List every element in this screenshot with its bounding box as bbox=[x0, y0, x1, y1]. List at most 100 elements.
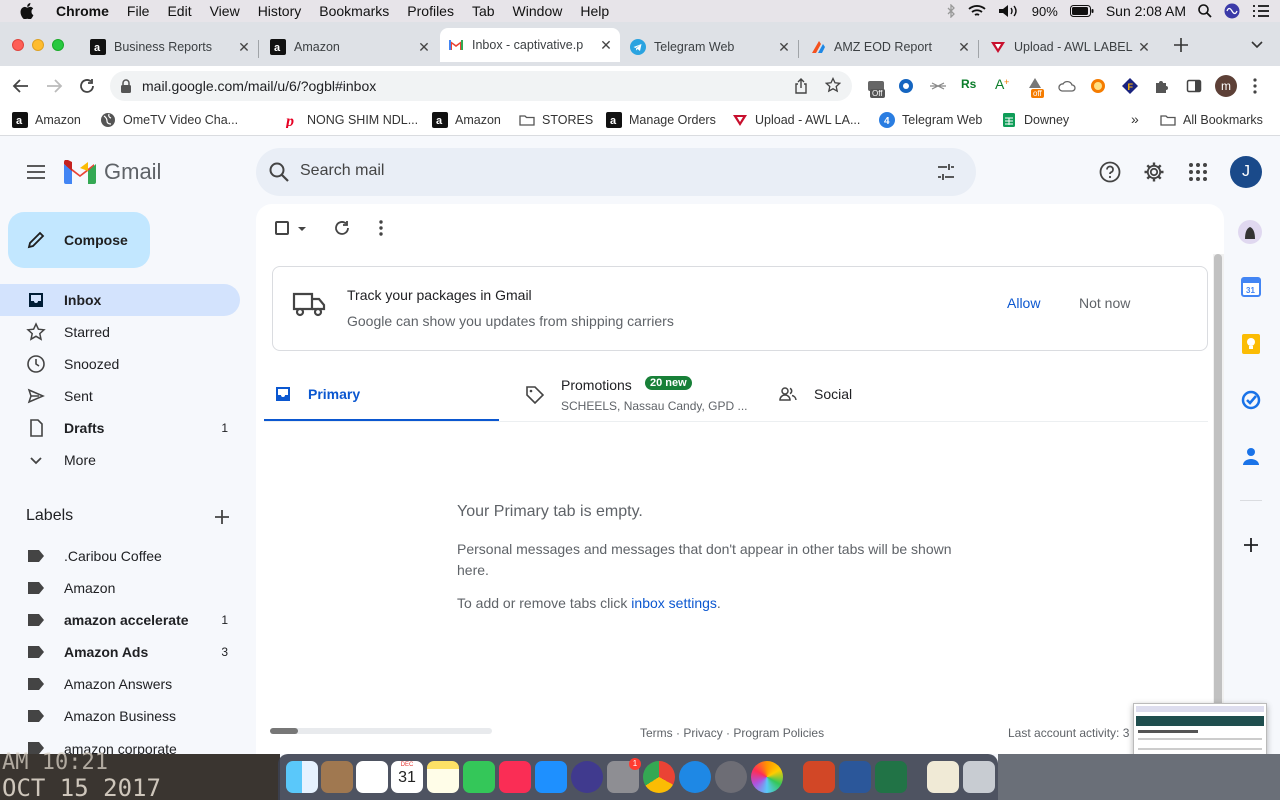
control-center-icon[interactable] bbox=[1252, 4, 1270, 18]
extension-off-orange-icon[interactable]: off bbox=[1026, 76, 1048, 98]
reminders-dock-icon[interactable] bbox=[356, 761, 388, 793]
settings-gear-icon[interactable] bbox=[1143, 161, 1165, 183]
launchpad-dock-icon[interactable] bbox=[715, 761, 747, 793]
preview-dock-icon[interactable] bbox=[927, 761, 959, 793]
bookmark-telegram-web[interactable]: 4 Telegram Web bbox=[879, 112, 982, 128]
extension-stripes-icon[interactable] bbox=[929, 78, 947, 94]
extension-plus-icon[interactable]: A + bbox=[994, 76, 1012, 94]
close-tab-icon[interactable]: ✕ bbox=[236, 39, 252, 56]
tab-telegram-web[interactable]: Telegram Web ✕ bbox=[622, 32, 798, 62]
program-policies-link[interactable]: Program Policies bbox=[733, 726, 824, 740]
bookmark-upload-awl[interactable]: Upload - AWL LA... bbox=[732, 112, 860, 128]
bookmark-ometv[interactable]: OmeTV Video Cha... bbox=[100, 112, 238, 128]
battery-icon[interactable] bbox=[1069, 5, 1094, 17]
bookmark-amazon[interactable]: a Amazon bbox=[12, 112, 81, 128]
terms-link[interactable]: Terms bbox=[640, 726, 673, 740]
gmail-logo[interactable]: Gmail bbox=[64, 159, 161, 185]
label-amazon-business[interactable]: Amazon Business bbox=[0, 700, 240, 732]
word-dock-icon[interactable] bbox=[839, 761, 871, 793]
menu-tab[interactable]: Tab bbox=[472, 3, 495, 19]
chrome-dock-icon[interactable] bbox=[643, 761, 675, 793]
tab-amazon[interactable]: a Amazon ✕ bbox=[262, 32, 438, 62]
nav-snoozed[interactable]: Snoozed bbox=[0, 348, 240, 380]
close-tab-icon[interactable]: ✕ bbox=[598, 37, 614, 54]
nav-more[interactable]: More bbox=[0, 444, 240, 476]
bookmark-star-icon[interactable] bbox=[825, 77, 841, 93]
safari-dock-icon[interactable] bbox=[679, 761, 711, 793]
add-label-plus-icon[interactable] bbox=[214, 509, 230, 525]
tab-promotions[interactable]: Promotions 20 new SCHEELS, Nassau Candy,… bbox=[518, 372, 768, 422]
all-bookmarks-button[interactable]: All Bookmarks bbox=[1160, 112, 1263, 128]
trash-dock-icon[interactable] bbox=[963, 761, 995, 793]
keep-app-icon[interactable] bbox=[1242, 334, 1260, 354]
app-store-dock-icon[interactable] bbox=[535, 761, 567, 793]
label-amazon[interactable]: Amazon bbox=[0, 572, 240, 604]
tasks-app-icon[interactable] bbox=[1241, 390, 1261, 410]
close-tab-icon[interactable]: ✕ bbox=[1136, 39, 1152, 56]
tab-amz-eod-report[interactable]: AMZ EOD Report ✕ bbox=[802, 32, 978, 62]
window-close-button[interactable] bbox=[12, 39, 24, 51]
calendar-app-icon[interactable]: 31 bbox=[1241, 277, 1261, 297]
menu-help[interactable]: Help bbox=[580, 3, 609, 19]
profile-avatar[interactable]: m bbox=[1215, 75, 1237, 97]
side-extension-avatar-icon[interactable] bbox=[1237, 219, 1263, 245]
facetime-dock-icon[interactable] bbox=[463, 761, 495, 793]
spotlight-search-icon[interactable] bbox=[1198, 4, 1212, 18]
label-caribou-coffee[interactable]: .Caribou Coffee bbox=[0, 540, 240, 572]
extension-off-icon[interactable]: Off bbox=[866, 79, 888, 99]
menu-history[interactable]: History bbox=[258, 3, 302, 19]
menu-app-name[interactable]: Chrome bbox=[56, 3, 109, 19]
extensions-puzzle-icon[interactable] bbox=[1154, 78, 1170, 94]
extension-blue-icon[interactable] bbox=[898, 78, 914, 94]
google-apps-grid-icon[interactable] bbox=[1189, 163, 1207, 181]
menu-view[interactable]: View bbox=[210, 3, 240, 19]
excel-dock-icon[interactable] bbox=[875, 761, 907, 793]
privacy-link[interactable]: Privacy bbox=[683, 726, 722, 740]
tab-social[interactable]: Social bbox=[772, 372, 1007, 422]
calendar-dock-icon[interactable]: DEC 31 bbox=[391, 761, 423, 793]
forward-arrow-icon[interactable] bbox=[45, 77, 63, 95]
photos-dock-icon[interactable] bbox=[751, 761, 783, 793]
url-text[interactable]: mail.google.com/mail/u/6/?ogbl#inbox bbox=[142, 78, 376, 94]
window-zoom-button[interactable] bbox=[52, 39, 64, 51]
bookmark-stores-folder[interactable]: STORES bbox=[519, 112, 593, 128]
tab-primary[interactable]: Primary bbox=[264, 372, 499, 422]
nav-starred[interactable]: Starred bbox=[0, 316, 240, 348]
lock-icon[interactable] bbox=[120, 79, 132, 93]
search-options-sliders-icon[interactable] bbox=[936, 162, 956, 182]
nav-inbox[interactable]: Inbox bbox=[0, 284, 240, 316]
notes-dock-icon[interactable] bbox=[427, 761, 459, 793]
scrollbar-thumb[interactable] bbox=[270, 728, 298, 734]
tab-search-chevron-icon[interactable] bbox=[1250, 40, 1264, 50]
allow-button[interactable]: Allow bbox=[1007, 295, 1040, 311]
extension-circle-orange-icon[interactable] bbox=[1090, 78, 1106, 94]
close-tab-icon[interactable]: ✕ bbox=[776, 39, 792, 56]
share-icon[interactable] bbox=[794, 78, 808, 94]
contacts-dock-icon[interactable] bbox=[321, 761, 353, 793]
siri-icon[interactable] bbox=[1224, 3, 1240, 19]
extension-rs-icon[interactable]: Rs bbox=[961, 77, 976, 91]
system-preferences-dock-icon[interactable]: 1 bbox=[607, 758, 641, 793]
account-avatar[interactable]: J bbox=[1230, 156, 1262, 188]
label-amazon-answers[interactable]: Amazon Answers bbox=[0, 668, 240, 700]
window-minimize-button[interactable] bbox=[32, 39, 44, 51]
music-dock-icon[interactable] bbox=[499, 761, 531, 793]
refresh-icon[interactable] bbox=[333, 219, 351, 237]
horizontal-scrollbar[interactable] bbox=[270, 728, 492, 734]
search-bar[interactable]: Search mail bbox=[256, 148, 976, 196]
compose-button[interactable]: Compose bbox=[8, 212, 150, 268]
label-amazon-ads[interactable]: Amazon Ads 3 bbox=[0, 636, 240, 668]
bluetooth-icon[interactable] bbox=[946, 4, 956, 18]
select-dropdown-caret-icon[interactable] bbox=[297, 226, 307, 232]
help-icon[interactable] bbox=[1099, 161, 1121, 183]
extension-cloud-icon[interactable] bbox=[1058, 78, 1076, 94]
label-amazon-accelerate[interactable]: amazon accelerate 1 bbox=[0, 604, 240, 636]
powerpoint-dock-icon[interactable] bbox=[803, 761, 835, 793]
bookmark-nong-shim[interactable]: p NONG SHIM NDL... bbox=[284, 112, 418, 128]
address-bar[interactable]: mail.google.com/mail/u/6/?ogbl#inbox bbox=[110, 71, 852, 101]
scrollbar-track-thumb[interactable] bbox=[1214, 254, 1222, 754]
menu-clock[interactable]: Sun 2:08 AM bbox=[1106, 3, 1186, 19]
bookmark-amazon-2[interactable]: a Amazon bbox=[432, 112, 501, 128]
menu-bookmarks[interactable]: Bookmarks bbox=[319, 3, 389, 19]
bookmark-manage-orders[interactable]: a Manage Orders bbox=[606, 112, 716, 128]
